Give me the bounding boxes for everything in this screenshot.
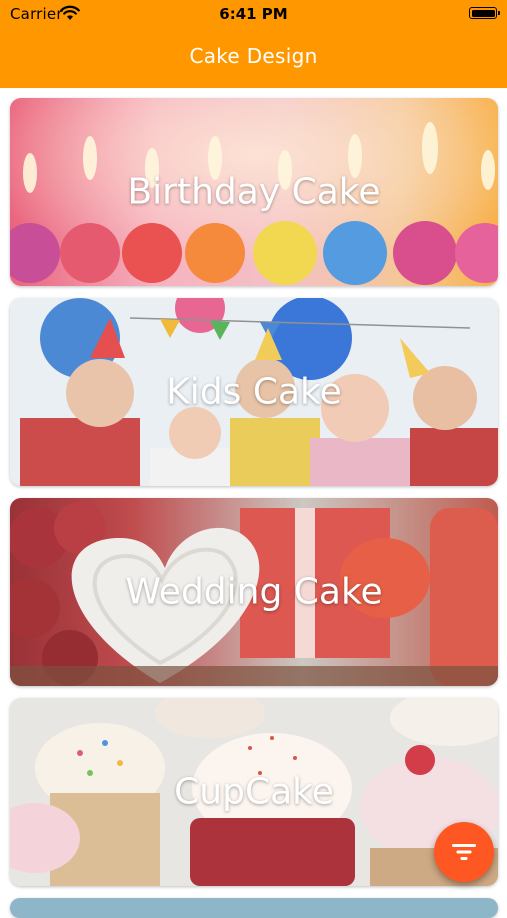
category-label: Kids Cake [166, 371, 342, 413]
page-title: Cake Design [189, 44, 318, 68]
filter-button[interactable] [434, 822, 494, 882]
category-card-next[interactable] [10, 898, 498, 918]
category-list: Birthday Cake Kids Cake Wedding Cake Cup… [0, 88, 507, 918]
category-card-wedding[interactable]: Wedding Cake [10, 498, 498, 686]
category-label: Wedding Cake [125, 571, 383, 613]
battery-icon [469, 7, 500, 19]
category-label: Birthday Cake [127, 171, 381, 213]
category-card-birthday[interactable]: Birthday Cake [10, 98, 498, 286]
status-bar: Carrier 6:41 PM [0, 0, 507, 30]
category-card-cupcake[interactable]: CupCake [10, 698, 498, 886]
category-label: CupCake [174, 771, 334, 813]
filter-icon [452, 844, 476, 860]
category-card-kids[interactable]: Kids Cake [10, 298, 498, 486]
app-header: Carrier 6:41 PM Cake Design [0, 0, 507, 88]
status-time: 6:41 PM [219, 5, 288, 23]
